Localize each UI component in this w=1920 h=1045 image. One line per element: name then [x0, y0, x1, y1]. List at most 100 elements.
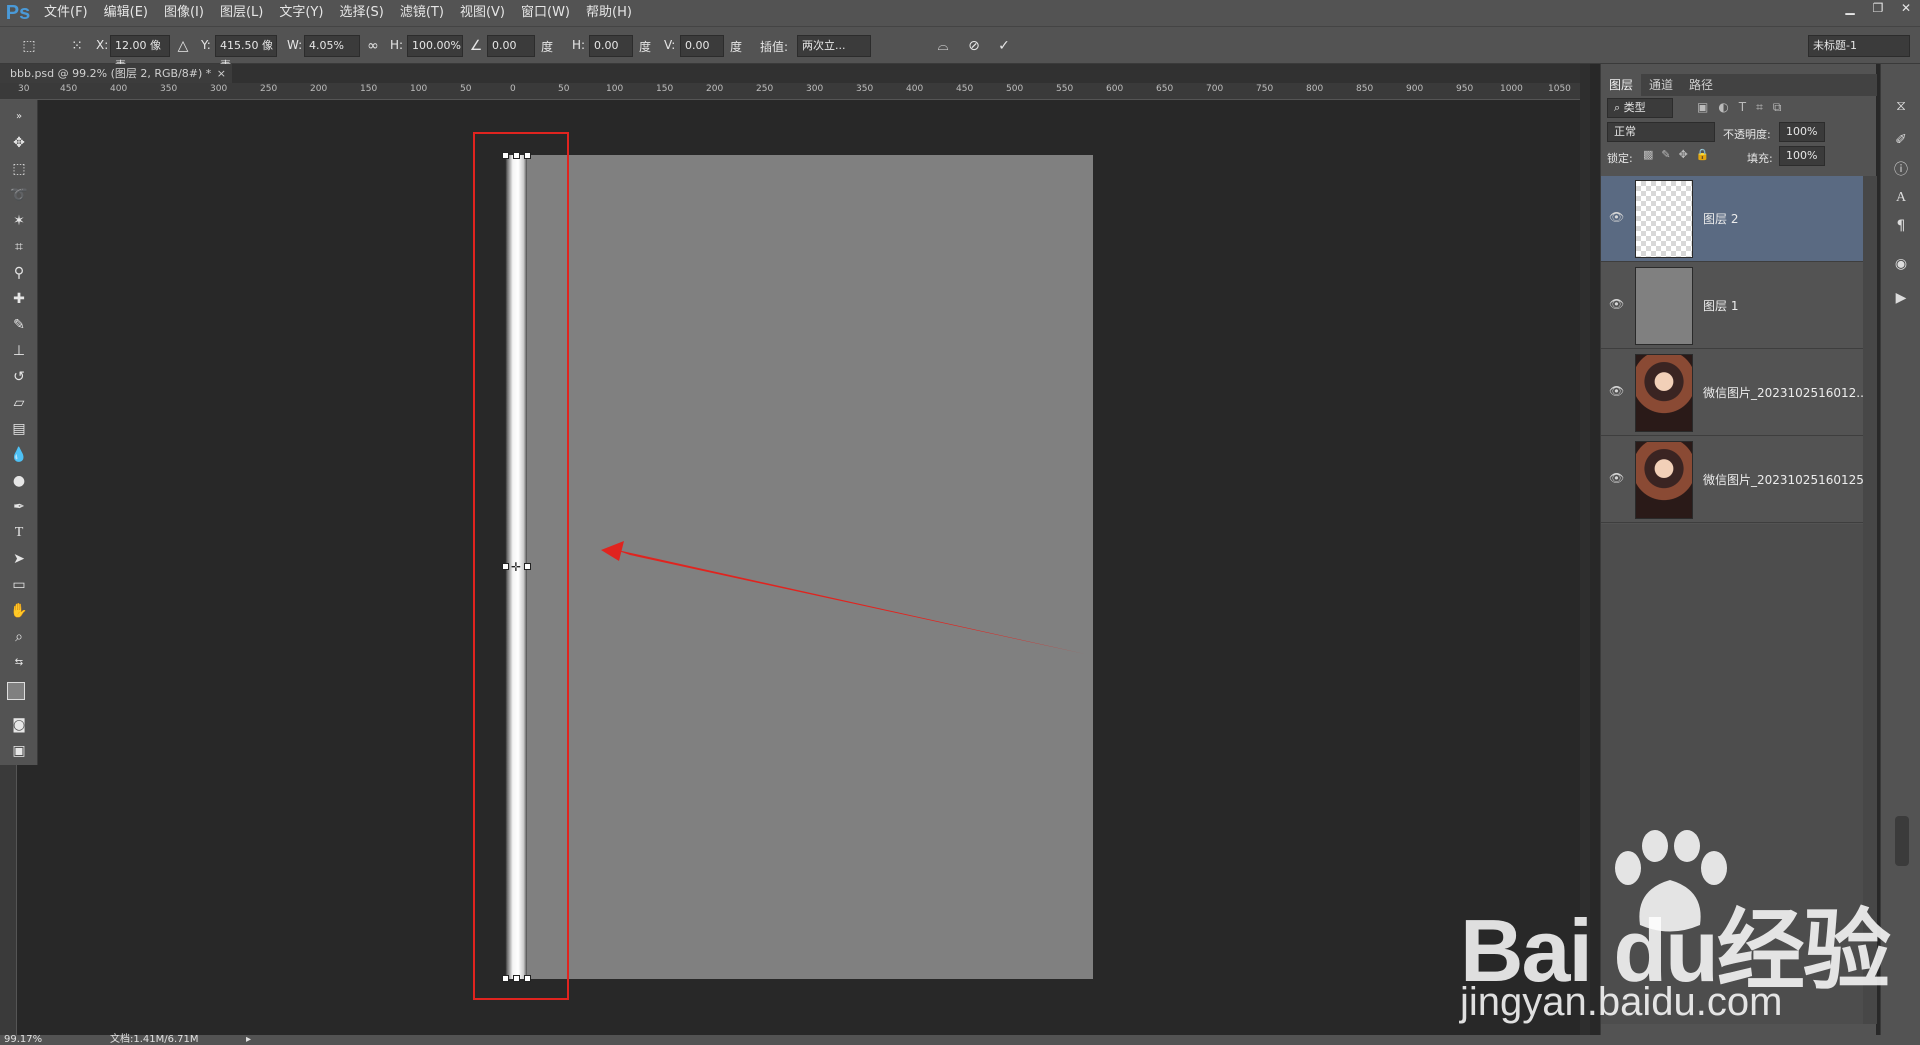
- brush-panel-icon[interactable]: ✐: [1889, 128, 1913, 152]
- visibility-eye-icon[interactable]: 👁: [1609, 297, 1627, 311]
- menu-help[interactable]: 帮助(H): [578, 0, 640, 26]
- menu-type[interactable]: 文字(Y): [271, 0, 331, 26]
- interpolation-select[interactable]: 两次立...: [797, 35, 871, 57]
- history-brush-tool-icon[interactable]: ↺: [7, 366, 31, 388]
- gradient-tool-icon[interactable]: ▤: [7, 418, 31, 440]
- ruler-label: 850: [1356, 84, 1374, 94]
- ruler-label: 200: [706, 84, 724, 94]
- menu-edit[interactable]: 编辑(E): [96, 0, 156, 26]
- blend-mode-select[interactable]: 正常: [1607, 122, 1715, 142]
- ruler-label: 900: [1406, 84, 1424, 94]
- paragraph-panel-icon[interactable]: ¶: [1889, 214, 1913, 238]
- blur-tool-icon[interactable]: 💧: [7, 444, 31, 466]
- filter-icons[interactable]: ▣◐T⌗⧉: [1697, 100, 1791, 115]
- minimize-button[interactable]: ▁: [1836, 0, 1864, 18]
- menu-window[interactable]: 窗口(W): [513, 0, 578, 26]
- reference-point-icon[interactable]: ⁙: [66, 35, 88, 57]
- history-panel-icon[interactable]: ⧖: [1889, 94, 1913, 118]
- opacity-field[interactable]: 100%: [1779, 122, 1825, 142]
- ruler-label: 550: [1056, 84, 1074, 94]
- panel-collapse-icon[interactable]: »: [7, 106, 31, 128]
- delta-icon[interactable]: △: [172, 35, 194, 57]
- eyedropper-tool-icon[interactable]: ⚲: [7, 262, 31, 284]
- visibility-eye-icon[interactable]: 👁: [1609, 471, 1627, 485]
- brush-tool-icon[interactable]: ✎: [7, 314, 31, 336]
- document-tab-title: bbb.psd @ 99.2% (图层 2, RGB/8#) *: [10, 67, 212, 80]
- ruler-label: 600: [1106, 84, 1124, 94]
- quick-mask-icon[interactable]: ◙: [7, 714, 31, 736]
- layer-row[interactable]: 👁 微信图片_20231025160125: [1601, 437, 1864, 523]
- fill-field[interactable]: 100%: [1779, 146, 1825, 166]
- status-bar: 99.17% 文档:1.41M/6.71M ▸: [0, 1035, 1920, 1045]
- menu-bar: Ps 文件(F) 编辑(E) 图像(I) 图层(L) 文字(Y) 选择(S) 滤…: [0, 0, 1920, 26]
- workspace-select[interactable]: 未标题-1: [1808, 35, 1910, 57]
- tab-paths[interactable]: 路径: [1681, 74, 1721, 96]
- menu-file[interactable]: 文件(F): [36, 0, 96, 26]
- angle-unit: 度: [541, 40, 554, 54]
- layer-row[interactable]: 👁 图层 1: [1601, 263, 1863, 349]
- status-menu-icon[interactable]: ▸: [246, 1035, 251, 1045]
- clone-stamp-tool-icon[interactable]: ⊥: [7, 340, 31, 362]
- commit-transform-icon[interactable]: ✓: [993, 35, 1015, 57]
- lock-icons[interactable]: ▩✎✥🔒: [1643, 148, 1718, 161]
- dodge-tool-icon[interactable]: ●: [7, 470, 31, 492]
- close-tab-icon[interactable]: ×: [217, 64, 226, 83]
- zoom-tool-icon[interactable]: ⌕: [7, 626, 31, 648]
- foreground-color-swatch[interactable]: [7, 682, 25, 700]
- x-label: X:: [96, 38, 109, 52]
- layer-row[interactable]: 👁 图层 2: [1601, 176, 1863, 262]
- swap-colors-icon[interactable]: ⇆: [7, 652, 31, 674]
- warp-icon[interactable]: ⌓: [932, 35, 954, 57]
- move-tool-icon[interactable]: ✥: [7, 132, 31, 154]
- menu-layer[interactable]: 图层(L): [212, 0, 271, 26]
- layer-row[interactable]: 👁 微信图片_2023102516012...: [1601, 350, 1868, 436]
- menu-filter[interactable]: 滤镜(T): [392, 0, 452, 26]
- visibility-eye-icon[interactable]: 👁: [1609, 384, 1627, 398]
- visibility-eye-icon[interactable]: 👁: [1609, 210, 1627, 224]
- info-panel-icon[interactable]: ⓘ: [1889, 158, 1913, 182]
- document-size: 文档:1.41M/6.71M: [110, 1034, 199, 1045]
- y-field[interactable]: 415.50 像素: [215, 35, 277, 72]
- menu-image[interactable]: 图像(I): [156, 0, 212, 26]
- document-tab[interactable]: bbb.psd @ 99.2% (图层 2, RGB/8#) * ×: [0, 64, 232, 83]
- cancel-transform-icon[interactable]: ⊘: [963, 35, 985, 57]
- rotation-field[interactable]: 0.00: [487, 35, 535, 57]
- menu-select[interactable]: 选择(S): [331, 0, 391, 26]
- vskew-field[interactable]: 0.00: [680, 35, 724, 57]
- zoom-level[interactable]: 99.17%: [4, 1035, 42, 1045]
- hskew-field[interactable]: 0.00: [589, 35, 633, 57]
- path-selection-tool-icon[interactable]: ➤: [7, 548, 31, 570]
- height-field[interactable]: 100.00%: [407, 35, 463, 57]
- tab-channels[interactable]: 通道: [1641, 74, 1681, 96]
- layer-thumbnail: [1635, 180, 1693, 258]
- plugin-panel-icon[interactable]: ◉: [1889, 252, 1913, 276]
- tab-layers[interactable]: 图层: [1601, 74, 1642, 96]
- transform-tool-icon[interactable]: ⬚: [18, 35, 40, 57]
- healing-brush-tool-icon[interactable]: ✚: [7, 288, 31, 310]
- restore-button[interactable]: ❐: [1864, 0, 1892, 18]
- screen-mode-icon[interactable]: ▣: [7, 740, 31, 762]
- menu-view[interactable]: 视图(V): [452, 0, 513, 26]
- crop-tool-icon[interactable]: ⌗: [7, 236, 31, 258]
- layer-filter-select[interactable]: ⌕ 类型: [1607, 98, 1673, 118]
- window-controls: ▁ ❐ ✕: [1836, 0, 1920, 18]
- pen-tool-icon[interactable]: ✒: [7, 496, 31, 518]
- actions-panel-icon[interactable]: ▶: [1889, 286, 1913, 310]
- type-tool-icon[interactable]: T: [7, 522, 31, 544]
- ruler-label: 350: [160, 84, 178, 94]
- ruler-label: 250: [756, 84, 774, 94]
- tab-strip: [0, 64, 1580, 83]
- magic-wand-tool-icon[interactable]: ✶: [7, 210, 31, 232]
- close-button[interactable]: ✕: [1892, 0, 1920, 18]
- x-field[interactable]: 12.00 像素: [110, 35, 170, 72]
- character-panel-icon[interactable]: A: [1889, 186, 1913, 210]
- rectangle-tool-icon[interactable]: ▭: [7, 574, 31, 596]
- width-field[interactable]: 4.05%: [304, 35, 360, 57]
- ruler-label: 300: [806, 84, 824, 94]
- lasso-tool-icon[interactable]: ➰: [7, 184, 31, 206]
- link-icon[interactable]: ∞: [362, 35, 384, 57]
- hand-tool-icon[interactable]: ✋: [7, 600, 31, 622]
- eraser-tool-icon[interactable]: ▱: [7, 392, 31, 414]
- layer-name: 微信图片_2023102516012...: [1703, 386, 1868, 400]
- marquee-tool-icon[interactable]: ⬚: [7, 158, 31, 180]
